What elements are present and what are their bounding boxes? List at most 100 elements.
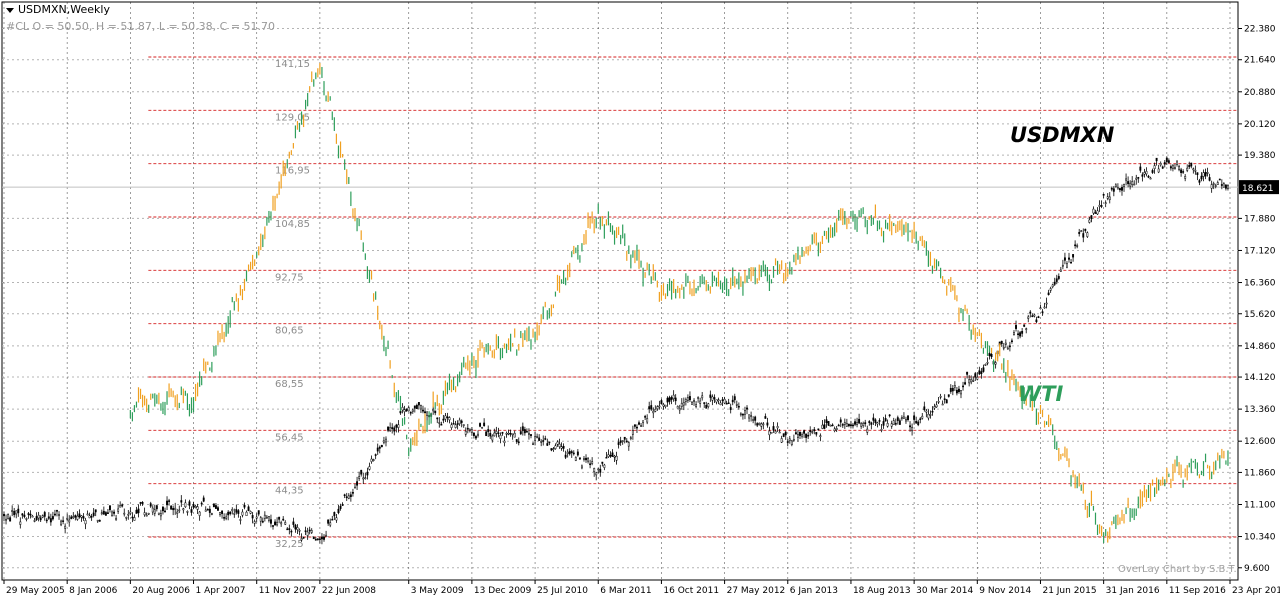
x-tick-label: 9 Nov 2014 [979,586,1031,596]
usdmxn-candle-body [491,435,494,441]
usdmxn-candle-body [5,518,7,521]
usdmxn-candle-body [695,404,698,407]
usdmxn-candle-body [707,403,710,407]
usdmxn-candle-body [304,530,307,532]
usdmxn-candle-body [481,427,484,429]
usdmxn-candle-body [145,514,148,517]
usdmxn-candle-body [664,404,667,407]
usdmxn-candle-body [7,514,10,519]
usdmxn-candle-body [554,445,557,449]
usdmxn-candle-body [147,513,150,515]
usdmxn-candle-body [593,468,596,473]
usdmxn-candle-body [15,510,18,515]
usdmxn-candle-body [391,427,394,429]
usdmxn-candle-body [548,441,551,444]
usdmxn-candle-body [1159,163,1162,166]
usdmxn-candle-body [405,408,408,412]
usdmxn-candle-body [74,515,77,518]
y-tick-label: 17.880 [1244,214,1276,224]
usdmxn-candle-body [686,397,689,401]
usdmxn-candle-body [680,402,683,407]
usdmxn-candle-body [521,426,524,431]
usdmxn-candle-body [1192,168,1195,171]
usdmxn-candle-body [927,413,930,419]
usdmxn-candle-body [560,446,563,449]
usdmxn-candle-body [1212,183,1215,185]
usdmxn-candle-body [921,415,924,419]
usdmxn-candle-body [1149,177,1152,180]
usdmxn-candle-body [172,508,175,511]
usdmxn-candle-body [583,458,585,460]
usdmxn-candle-body [397,424,400,428]
usdmxn-candle-body [888,414,891,417]
plot-frame [1,1,1239,581]
usdmxn-candle-body [827,421,830,426]
usdmxn-candle-body [831,424,834,427]
usdmxn-candle-body [194,506,197,508]
usdmxn-candle-body [636,426,638,429]
usdmxn-candle-body [825,419,828,424]
usdmxn-candle-body [923,406,926,411]
usdmxn-candle-body [33,520,36,522]
usdmxn-candle-body [53,513,56,516]
usdmxn-candle-body [1131,181,1134,185]
usdmxn-candle-body [464,430,467,435]
usdmxn-candle-body [223,517,226,519]
usdmxn-candle-body [292,521,295,525]
usdmxn-candle-body [261,520,264,523]
usdmxn-candle-body [460,420,463,423]
usdmxn-candle-body [62,520,65,522]
usdmxn-candle-body [556,441,559,445]
usdmxn-candle-body [29,513,32,516]
usdmxn-candle-body [39,517,42,521]
usdmxn-candle-body [56,510,58,512]
usdmxn-candle-body [257,510,260,515]
usdmxn-candle-body [886,423,889,427]
usdmxn-candle-body [766,422,769,426]
y-tick-label: 13.360 [1244,405,1276,415]
usdmxn-candle-body [790,440,793,446]
usdmxn-candle-body [874,419,877,423]
usdmxn-candle-body [382,440,385,443]
x-tick-label: 6 Mar 2011 [600,586,651,596]
usdmxn-candle-body [41,515,44,518]
usdmxn-candle-body [801,434,803,437]
usdmxn-candle-body [129,511,132,514]
usdmxn-candle-body [705,404,708,409]
usdmxn-candle-body [98,520,101,522]
usdmxn-candle-body [988,353,991,357]
usdmxn-candle-body [1116,187,1119,190]
usdmxn-candle-body [572,452,575,455]
usdmxn-candle-body [788,438,791,441]
usdmxn-candle-body [265,516,268,519]
usdmxn-candle-body [913,415,916,420]
usdmxn-candle-body [302,537,305,539]
usdmxn-candle-body [51,516,54,520]
usdmxn-candle-body [1206,172,1209,174]
usdmxn-candle-body [278,516,281,520]
usdmxn-candle-body [1127,181,1130,185]
usdmxn-candle-body [178,509,181,512]
usdmxn-candle-body [1082,233,1085,238]
usdmxn-candle-body [523,429,526,434]
chart-menu-triangle-icon[interactable] [6,7,14,13]
usdmxn-candle-body [294,524,297,530]
y-tick-label: 14.860 [1244,342,1276,352]
usdmxn-candle-body [558,443,561,447]
usdmxn-candle-body [70,516,73,520]
usdmxn-candle-body [878,420,881,422]
usdmxn-candle-body [166,500,168,506]
usdmxn-candle-body [407,407,410,412]
usdmxn-candle-body [1129,182,1132,187]
usdmxn-candle-body [366,471,369,476]
usdmxn-candle-body [159,513,162,517]
usdmxn-candle-body [1135,177,1138,180]
usdmxn-candle-body [401,407,404,411]
usdmxn-candle-body [1039,307,1042,309]
usdmxn-candle-body [515,439,518,442]
usdmxn-candle-body [536,436,539,438]
x-tick-label: 23 Apr 2017 [1232,586,1280,596]
usdmxn-candle-body [748,414,751,419]
usdmxn-candle-body [917,421,920,426]
usdmxn-candle-body [90,516,93,518]
